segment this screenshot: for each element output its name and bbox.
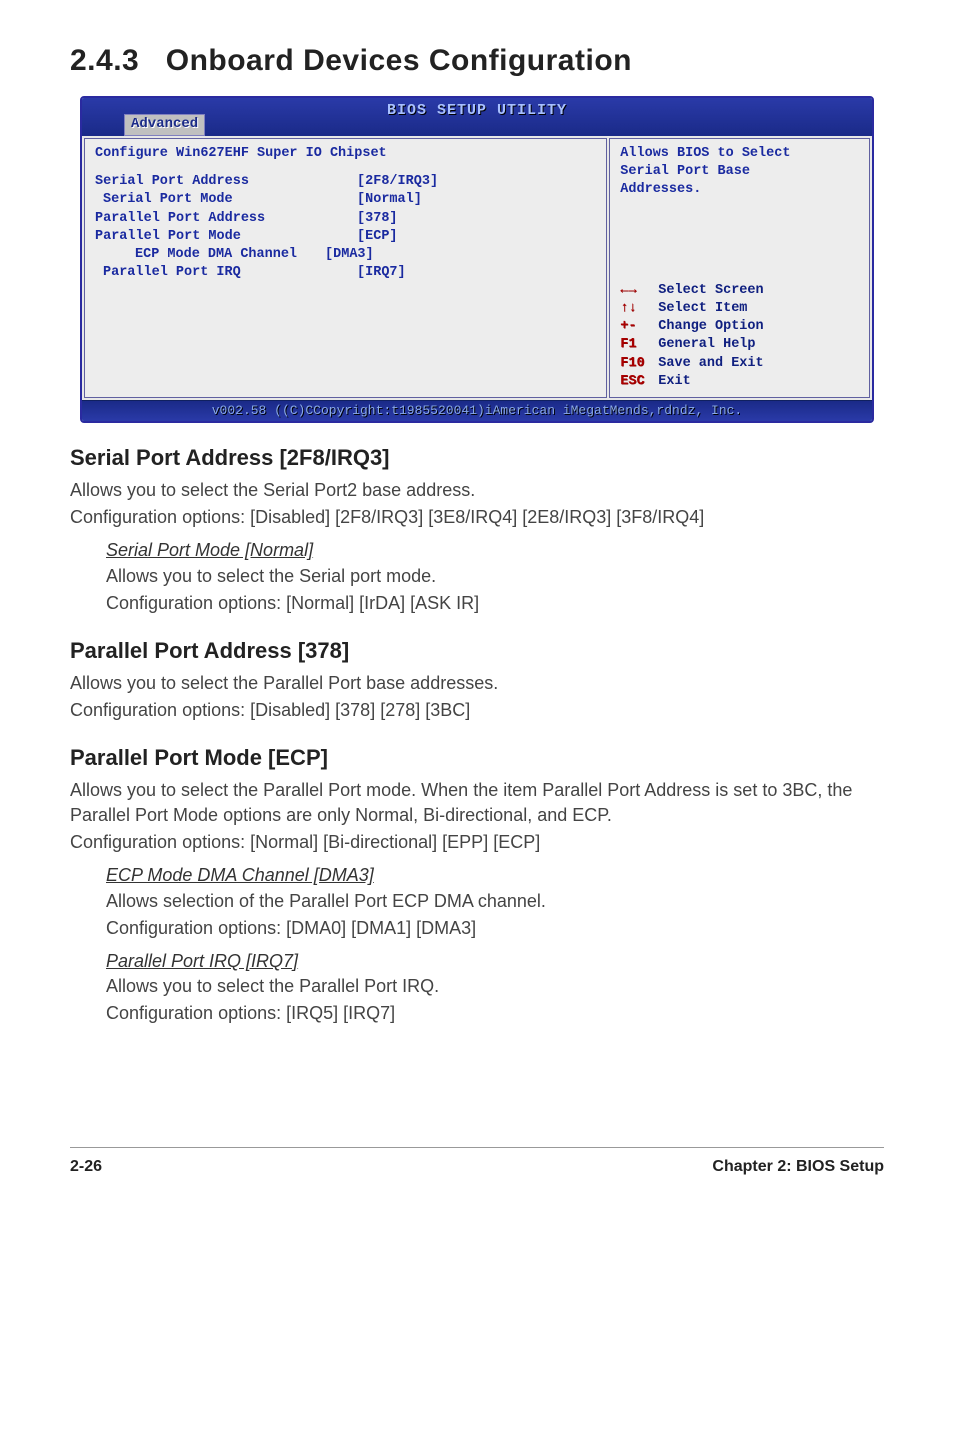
heading-ecp-dma: ECP Mode DMA Channel [DMA3] — [106, 863, 884, 888]
desc-text: Allows you to select the Parallel Port b… — [70, 671, 884, 696]
desc-text: Allows you to select the Serial Port2 ba… — [70, 478, 884, 503]
heading-serial-port-mode: Serial Port Mode [Normal] — [106, 538, 884, 563]
setting-value: [DMA3] — [297, 246, 438, 264]
section-title: 2.4.3 Onboard Devices Configuration — [70, 40, 884, 82]
table-row[interactable]: Parallel Port Mode[ECP] — [95, 228, 438, 246]
setting-label: ECP Mode DMA Channel — [95, 246, 297, 264]
sub-option-block: ECP Mode DMA Channel [DMA3] Allows selec… — [106, 863, 884, 941]
nav-desc: Exit — [658, 374, 690, 389]
bios-help-pane: Allows BIOS to Select Serial Port Base A… — [609, 138, 870, 398]
bios-config-header: Configure Win627EHF Super IO Chipset — [95, 145, 596, 163]
section-number: 2.4.3 — [70, 44, 139, 77]
setting-value: [ECP] — [297, 228, 438, 246]
nav-key: ←→ — [620, 282, 658, 300]
desc-text: Configuration options: [Disabled] [378] … — [70, 698, 884, 723]
setting-label: Parallel Port IRQ — [95, 264, 297, 282]
desc-text: Configuration options: [DMA0] [DMA1] [DM… — [106, 916, 884, 941]
help-line: Addresses. — [620, 181, 859, 199]
setting-value: [IRQ7] — [297, 264, 438, 282]
setting-label: Parallel Port Mode — [95, 228, 297, 246]
bios-config-pane: Configure Win627EHF Super IO Chipset Ser… — [84, 138, 607, 398]
bios-settings-table: Serial Port Address[2F8/IRQ3] Serial Por… — [95, 173, 438, 282]
heading-parallel-port-address: Parallel Port Address [378] — [70, 636, 884, 667]
help-line: Allows BIOS to Select — [620, 145, 859, 163]
table-row[interactable]: Parallel Port IRQ[IRQ7] — [95, 264, 438, 282]
heading-parallel-port-irq: Parallel Port IRQ [IRQ7] — [106, 949, 884, 974]
nav-key: ESC — [620, 373, 658, 391]
bios-nav-legend: ←→Select Screen ↑↓Select Item +-Change O… — [620, 282, 859, 391]
chapter-label: Chapter 2: BIOS Setup — [712, 1156, 884, 1178]
page-footer: 2-26 Chapter 2: BIOS Setup — [70, 1147, 884, 1178]
desc-text: Configuration options: [IRQ5] [IRQ7] — [106, 1001, 884, 1026]
table-row[interactable]: ECP Mode DMA Channel[DMA3] — [95, 246, 438, 264]
table-row[interactable]: Serial Port Mode[Normal] — [95, 191, 438, 209]
nav-desc: Change Option — [658, 319, 763, 334]
desc-text: Allows you to select the Parallel Port m… — [70, 778, 884, 828]
setting-label: Serial Port Mode — [95, 191, 297, 209]
setting-label: Serial Port Address — [95, 173, 297, 191]
desc-text: Allows selection of the Parallel Port EC… — [106, 889, 884, 914]
bios-copyright: v002.58 ((C)CCopyright:t1985520041)iAmer… — [82, 400, 872, 421]
bios-help-text: Allows BIOS to Select Serial Port Base A… — [620, 145, 859, 200]
help-line: Serial Port Base — [620, 163, 859, 181]
table-row[interactable]: Serial Port Address[2F8/IRQ3] — [95, 173, 438, 191]
nav-key: ↑↓ — [620, 300, 658, 318]
nav-desc: Select Item — [658, 301, 747, 316]
desc-text: Configuration options: [Normal] [Bi-dire… — [70, 830, 884, 855]
sub-option-block: Parallel Port IRQ [IRQ7] Allows you to s… — [106, 949, 884, 1027]
nav-desc: General Help — [658, 337, 755, 352]
desc-text: Configuration options: [Disabled] [2F8/I… — [70, 505, 884, 530]
sub-option-block: Serial Port Mode [Normal] Allows you to … — [106, 538, 884, 616]
page-number: 2-26 — [70, 1156, 102, 1178]
setting-value: [Normal] — [297, 191, 438, 209]
desc-text: Configuration options: [Normal] [IrDA] [… — [106, 591, 884, 616]
heading-serial-port-address: Serial Port Address [2F8/IRQ3] — [70, 443, 884, 474]
table-row[interactable]: Parallel Port Address[378] — [95, 210, 438, 228]
setting-value: [378] — [297, 210, 438, 228]
desc-text: Allows you to select the Parallel Port I… — [106, 974, 884, 999]
bios-window: BIOS SETUP UTILITY Advanced Configure Wi… — [80, 96, 874, 423]
nav-desc: Save and Exit — [658, 356, 763, 371]
bios-tab-advanced[interactable]: Advanced — [124, 114, 205, 136]
heading-parallel-port-mode: Parallel Port Mode [ECP] — [70, 743, 884, 774]
bios-titlebar: BIOS SETUP UTILITY Advanced — [82, 98, 872, 136]
bios-body: Configure Win627EHF Super IO Chipset Ser… — [82, 136, 872, 400]
nav-key: F10 — [620, 355, 658, 373]
nav-key: F1 — [620, 336, 658, 354]
desc-text: Allows you to select the Serial port mod… — [106, 564, 884, 589]
nav-desc: Select Screen — [658, 283, 763, 298]
nav-key: +- — [620, 318, 658, 336]
setting-label: Parallel Port Address — [95, 210, 297, 228]
section-name: Onboard Devices Configuration — [166, 44, 632, 77]
setting-value: [2F8/IRQ3] — [297, 173, 438, 191]
